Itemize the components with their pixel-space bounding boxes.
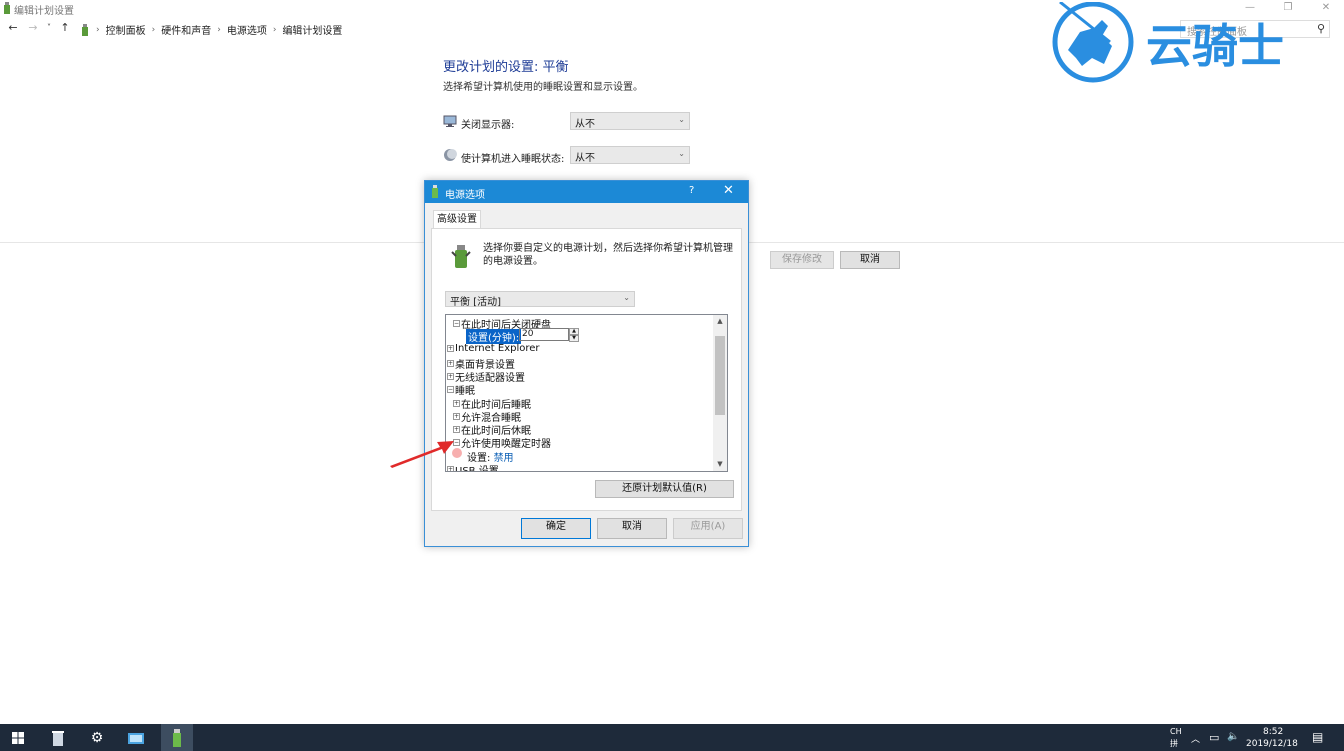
save-button[interactable]: 保存修改 xyxy=(770,251,834,269)
monitor-icon xyxy=(443,115,457,127)
scroll-thumb[interactable] xyxy=(715,336,725,415)
svg-text:云骑士: 云骑士 xyxy=(1146,19,1284,73)
notification-icon[interactable]: ▤ xyxy=(1312,730,1323,744)
plan-select[interactable]: 平衡 [活动] ⌄ xyxy=(445,291,635,308)
settings-gear-icon[interactable]: ⚙ xyxy=(87,728,107,748)
page-title: 更改计划的设置: 平衡 xyxy=(443,60,569,75)
settings-tree[interactable]: − 在此时间后关闭硬盘 设置(分钟): 20 ▲ ▼ + Internet Expl… xyxy=(445,314,728,472)
expand-icon[interactable]: + xyxy=(447,360,454,367)
power-options-dialog: 电源选项 ? ✕ 高级设置 选择你要自定义的电源计划，然后选择你希望计算机管理的… xyxy=(424,180,749,547)
restore-defaults-button[interactable]: 还原计划默认值(R) xyxy=(595,480,734,498)
chevron-down-icon: ⌄ xyxy=(678,149,685,158)
tree-item-minutes: 设置(分钟): xyxy=(466,329,522,344)
power-plan-icon xyxy=(451,245,471,268)
control-panel-icon[interactable] xyxy=(126,728,146,748)
clock-time[interactable]: 8:52 xyxy=(1263,727,1283,737)
back-arrow-icon[interactable]: ← xyxy=(6,21,20,35)
sleep-label: 使计算机进入睡眠状态: xyxy=(461,154,565,165)
ok-button[interactable]: 确定 xyxy=(521,518,591,539)
recent-dropdown-icon[interactable]: ˅ xyxy=(42,21,56,35)
plan-value: 平衡 [活动] xyxy=(450,297,501,308)
tree-scrollbar[interactable]: ▲ ▼ xyxy=(713,315,727,471)
power-options-icon xyxy=(4,2,10,14)
tab-advanced-settings[interactable]: 高级设置 xyxy=(433,210,481,229)
display-off-select[interactable]: 从不 ⌄ xyxy=(570,112,690,130)
power-options-icon xyxy=(82,23,88,36)
power-options-icon[interactable] xyxy=(167,728,187,748)
window-title: 编辑计划设置 xyxy=(14,6,74,17)
expand-icon[interactable]: + xyxy=(453,400,460,407)
dialog-description: 选择你要自定义的电源计划，然后选择你希望计算机管理的电源设置。 xyxy=(483,243,733,267)
clock-date[interactable]: 2019/12/18 xyxy=(1246,739,1298,749)
annotation-arrow xyxy=(390,441,454,468)
recycle-bin-icon[interactable] xyxy=(48,728,68,748)
minutes-label: 设置(分钟): xyxy=(466,329,522,344)
chevron-right-icon: › xyxy=(151,24,156,35)
collapse-icon[interactable]: − xyxy=(453,320,460,327)
chevron-down-icon: ⌄ xyxy=(678,115,685,124)
breadcrumb: › 控制面板 › 硬件和声音 › 电源选项 › 编辑计划设置 xyxy=(80,22,342,37)
help-button[interactable]: ? xyxy=(689,185,694,196)
expand-icon[interactable]: + xyxy=(453,426,460,433)
tree-item-ie[interactable]: + Internet Explorer xyxy=(447,343,540,354)
dialog-cancel-button[interactable]: 取消 xyxy=(597,518,667,539)
advanced-settings-panel: 选择你要自定义的电源计划，然后选择你希望计算机管理的电源设置。 平衡 [活动] … xyxy=(431,228,742,511)
tree-item-wake-timers[interactable]: − 允许使用唤醒定时器 xyxy=(453,435,551,450)
chevron-down-icon: ⌄ xyxy=(623,293,630,302)
collapse-icon[interactable]: − xyxy=(447,386,454,393)
forward-arrow-icon[interactable]: → xyxy=(26,21,40,35)
chevron-right-icon: › xyxy=(272,24,277,35)
expand-icon[interactable]: + xyxy=(447,373,454,380)
dialog-title: 电源选项 xyxy=(445,190,485,201)
breadcrumb-control-panel[interactable]: 控制面板 xyxy=(106,22,146,37)
tray-chevron-up-icon[interactable]: ︿ xyxy=(1191,732,1200,745)
expand-icon[interactable]: + xyxy=(447,345,454,352)
spin-up-icon[interactable]: ▲ xyxy=(569,328,579,335)
taskbar: ⚙ CH 拼 ︿ ▭ 🔈 8:52 2019/12/18 ▤ xyxy=(0,724,1344,751)
mouse-cursor-highlight xyxy=(452,448,462,458)
power-options-icon xyxy=(432,185,438,198)
scroll-down-icon[interactable]: ▼ xyxy=(713,460,727,468)
expand-icon[interactable]: + xyxy=(453,413,460,420)
yunqishi-logo: 云骑士 xyxy=(1052,2,1284,83)
breadcrumb-hardware-sound[interactable]: 硬件和声音 xyxy=(161,22,211,37)
breadcrumb-edit-plan[interactable]: 编辑计划设置 xyxy=(282,22,342,37)
sleep-value: 从不 xyxy=(575,153,595,164)
minutes-input[interactable]: 20 xyxy=(519,328,569,341)
moon-icon xyxy=(444,149,457,161)
windows-start-icon[interactable] xyxy=(8,728,28,748)
spin-down-icon[interactable]: ▼ xyxy=(569,335,579,342)
chevron-right-icon: › xyxy=(217,24,221,35)
scroll-up-icon[interactable]: ▲ xyxy=(713,317,727,325)
tree-item-sleep[interactable]: − 睡眠 xyxy=(447,382,475,397)
display-off-label: 关闭显示器: xyxy=(461,120,515,131)
volume-icon[interactable]: 🔈 xyxy=(1227,731,1239,742)
apply-button[interactable]: 应用(A) xyxy=(673,518,743,539)
sleep-select[interactable]: 从不 ⌄ xyxy=(570,146,690,164)
breadcrumb-power-options[interactable]: 电源选项 xyxy=(227,22,267,37)
up-arrow-icon[interactable]: ↑ xyxy=(58,21,72,35)
cancel-button[interactable]: 取消 xyxy=(840,251,900,269)
page-subtitle: 选择希望计算机使用的睡眠设置和显示设置。 xyxy=(443,82,643,93)
ime-indicator[interactable]: CH xyxy=(1170,727,1182,736)
dialog-close-button[interactable]: ✕ xyxy=(723,183,734,198)
chevron-right-icon: › xyxy=(96,24,100,35)
network-icon[interactable]: ▭ xyxy=(1209,731,1219,744)
ime-mode[interactable]: 拼 xyxy=(1170,738,1178,749)
dialog-title-bar: 电源选项 ? ✕ xyxy=(425,181,748,203)
display-off-value: 从不 xyxy=(575,119,595,130)
